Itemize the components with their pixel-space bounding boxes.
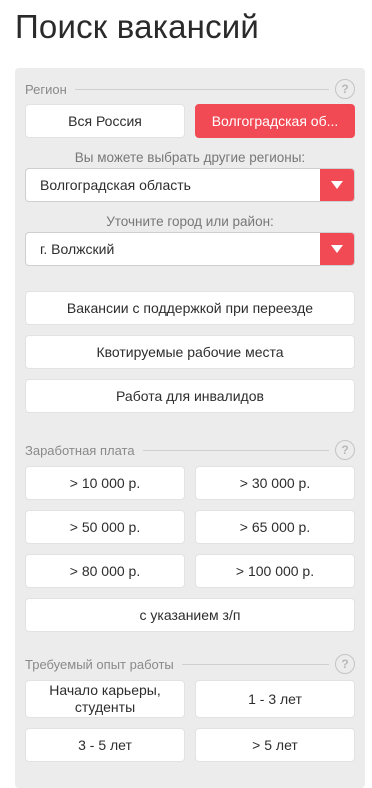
salary-65000-button[interactable]: > 65 000 р. <box>195 510 355 544</box>
divider <box>74 88 329 90</box>
experience-3-5-button[interactable]: 3 - 5 лет <box>25 728 185 762</box>
city-select[interactable]: г. Волжский <box>25 232 355 266</box>
page-title: Поиск вакансий <box>15 8 260 45</box>
salary-label: Заработная плата <box>25 442 135 458</box>
region-section-header: Регион ? <box>25 78 355 100</box>
region-select-value: Волгоградская область <box>40 177 191 193</box>
career-start-button[interactable]: Начало карьеры, студенты <box>25 680 185 718</box>
region-label: Регион <box>25 81 67 97</box>
caret-down-icon[interactable] <box>320 233 354 265</box>
volgograd-region-label: Волгоградская об... <box>211 112 339 129</box>
filter-panel: Регион ? Вся Россия Волгоградская об... … <box>15 68 365 788</box>
salary-100000-button[interactable]: > 100 000 р. <box>195 554 355 588</box>
quota-jobs-button[interactable]: Квотируемые рабочие места <box>25 335 355 369</box>
other-regions-hint: Вы можете выбрать другие регионы: <box>74 150 306 165</box>
help-icon[interactable]: ? <box>335 440 355 460</box>
help-icon[interactable]: ? <box>335 79 355 99</box>
region-select[interactable]: Волгоградская область <box>25 168 355 202</box>
divider <box>181 663 329 665</box>
help-icon[interactable]: ? <box>335 654 355 674</box>
salary-30000-button[interactable]: > 30 000 р. <box>195 466 355 500</box>
experience-label: Требуемый опыт работы <box>25 656 174 672</box>
experience-1-3-button[interactable]: 1 - 3 лет <box>195 680 355 718</box>
city-hint: Уточните город или район: <box>106 214 274 229</box>
caret-down-icon[interactable] <box>320 169 354 201</box>
disabled-jobs-button[interactable]: Работа для инвалидов <box>25 379 355 413</box>
experience-section-header: Требуемый опыт работы ? <box>25 653 355 675</box>
all-russia-label: Вся Россия <box>68 112 142 129</box>
salary-10000-button[interactable]: > 10 000 р. <box>25 466 185 500</box>
relocation-support-button[interactable]: Вакансии с поддержкой при переезде <box>25 291 355 325</box>
all-russia-button[interactable]: Вся Россия <box>25 104 185 138</box>
volgograd-region-button[interactable]: Волгоградская об... <box>195 104 355 138</box>
salary-section-header: Заработная плата ? <box>25 439 355 461</box>
city-select-value: г. Волжский <box>40 241 115 257</box>
divider <box>142 449 329 451</box>
with-salary-button[interactable]: с указанием з/п <box>25 598 355 632</box>
experience-5-plus-button[interactable]: > 5 лет <box>195 728 355 762</box>
salary-80000-button[interactable]: > 80 000 р. <box>25 554 185 588</box>
salary-50000-button[interactable]: > 50 000 р. <box>25 510 185 544</box>
